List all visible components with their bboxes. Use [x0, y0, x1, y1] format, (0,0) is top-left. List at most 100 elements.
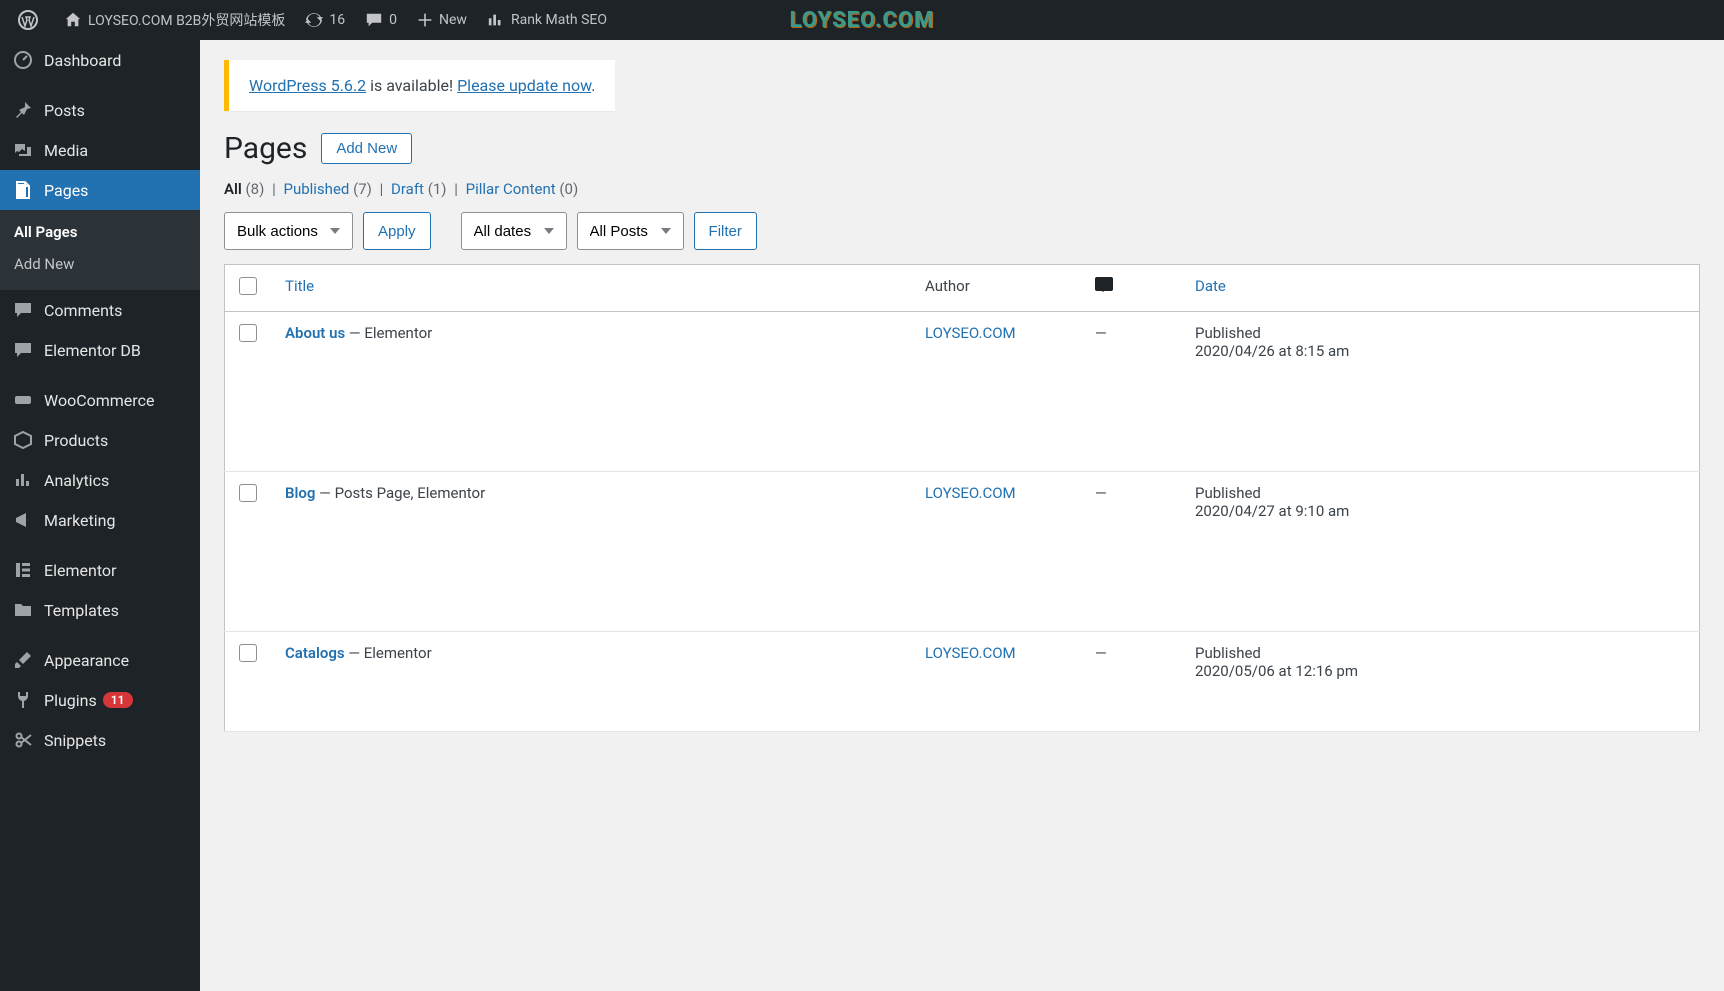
author-link[interactable]: LOYSEO.COM: [925, 484, 1016, 502]
table-row: About us — Elementor LOYSEO.COM — Publis…: [225, 312, 1700, 472]
filter-all[interactable]: All (8): [224, 180, 264, 198]
sidebar-label: Elementor DB: [44, 341, 141, 360]
sidebar-pages-submenu: All Pages Add New: [0, 210, 200, 290]
sidebar-templates[interactable]: Templates: [0, 590, 200, 630]
select-all-checkbox[interactable]: [239, 277, 257, 295]
bars-icon: [12, 470, 34, 490]
sidebar-label: Snippets: [44, 731, 106, 750]
row-checkbox[interactable]: [239, 484, 257, 502]
date-filter-select[interactable]: All dates: [461, 212, 567, 250]
sidebar-label: Media: [44, 141, 88, 160]
publish-date: 2020/05/06 at 12:16 pm: [1195, 662, 1685, 680]
sidebar-analytics[interactable]: Analytics: [0, 460, 200, 500]
page-meta: — Elementor: [345, 324, 432, 342]
sidebar-woocommerce[interactable]: WooCommerce: [0, 380, 200, 420]
col-title[interactable]: Title: [285, 277, 314, 295]
table-row: Catalogs — Elementor LOYSEO.COM — Publis…: [225, 632, 1700, 732]
posts-filter-select[interactable]: All Posts: [577, 212, 684, 250]
sidebar-label: Marketing: [44, 511, 115, 530]
sidebar-label: Dashboard: [44, 51, 121, 70]
sidebar-marketing[interactable]: Marketing: [0, 500, 200, 540]
page-title-link[interactable]: Blog: [285, 484, 315, 502]
comments-menu[interactable]: 0: [355, 0, 407, 40]
notice-text: is available!: [366, 76, 457, 95]
row-checkbox[interactable]: [239, 324, 257, 342]
megaphone-icon: [12, 510, 34, 530]
row-checkbox[interactable]: [239, 644, 257, 662]
sidebar-media[interactable]: Media: [0, 130, 200, 170]
wordpress-icon: [18, 10, 38, 30]
folder-icon: [12, 600, 34, 620]
filter-button[interactable]: Filter: [694, 212, 757, 250]
col-date[interactable]: Date: [1195, 277, 1226, 295]
sidebar-label: Plugins: [44, 691, 97, 710]
comment-icon: [12, 340, 34, 360]
filter-published[interactable]: Published (7): [283, 180, 371, 198]
new-content-menu[interactable]: New: [407, 0, 477, 40]
col-author: Author: [911, 265, 1081, 312]
filter-draft[interactable]: Draft (1): [391, 180, 446, 198]
sidebar-label: Products: [44, 431, 108, 450]
page-meta: — Elementor: [345, 644, 432, 662]
col-comments[interactable]: [1081, 265, 1181, 312]
sidebar-posts[interactable]: Posts: [0, 90, 200, 130]
author-link[interactable]: LOYSEO.COM: [925, 324, 1016, 342]
sidebar-pages[interactable]: Pages: [0, 170, 200, 210]
woo-icon: [12, 390, 34, 410]
comment-icon: [365, 11, 383, 29]
page-title: Pages: [224, 131, 307, 166]
publish-date: 2020/04/26 at 8:15 am: [1195, 342, 1685, 360]
publish-status: Published: [1195, 484, 1685, 502]
sidebar-label: Analytics: [44, 471, 109, 490]
sidebar-label: Appearance: [44, 651, 129, 670]
table-row: Blog — Posts Page, Elementor LOYSEO.COM …: [225, 472, 1700, 632]
site-name-menu[interactable]: LOYSEO.COM B2B外贸网站模板: [54, 0, 295, 40]
rank-math-menu[interactable]: Rank Math SEO: [477, 0, 617, 40]
wp-version-link[interactable]: WordPress 5.6.2: [249, 76, 366, 95]
page-title-link[interactable]: About us: [285, 324, 345, 342]
filter-pillar[interactable]: Pillar Content (0): [466, 180, 579, 198]
home-icon: [64, 11, 82, 29]
updates-menu[interactable]: 16: [295, 0, 355, 40]
apply-button[interactable]: Apply: [363, 212, 431, 250]
updates-count: 16: [329, 12, 345, 28]
comments-count: —: [1095, 644, 1107, 662]
sidebar-label: Posts: [44, 101, 85, 120]
submenu-all-pages[interactable]: All Pages: [0, 216, 200, 248]
sidebar-products[interactable]: Products: [0, 420, 200, 460]
comment-icon: [12, 300, 34, 320]
main-content: WordPress 5.6.2 is available! Please upd…: [200, 40, 1724, 752]
sidebar-elementor[interactable]: Elementor: [0, 550, 200, 590]
sidebar-comments[interactable]: Comments: [0, 290, 200, 330]
notice-period: .: [591, 76, 595, 95]
submenu-add-new[interactable]: Add New: [0, 248, 200, 280]
add-new-button[interactable]: Add New: [321, 133, 412, 164]
chart-icon: [487, 11, 505, 29]
wp-logo-menu[interactable]: [8, 0, 54, 40]
page-meta: — Posts Page, Elementor: [315, 484, 485, 502]
sidebar-dashboard[interactable]: Dashboard: [0, 40, 200, 80]
publish-date: 2020/04/27 at 9:10 am: [1195, 502, 1685, 520]
new-label: New: [439, 12, 467, 28]
sidebar-plugins[interactable]: Plugins 11: [0, 680, 200, 720]
site-title: LOYSEO.COM B2B外贸网站模板: [88, 10, 285, 30]
rank-math-label: Rank Math SEO: [511, 12, 607, 28]
dashboard-icon: [12, 50, 34, 70]
admin-bar: LOYSEO.COM B2B外贸网站模板 16 0 New Rank Math …: [0, 0, 1724, 40]
comments-count: 0: [389, 12, 397, 28]
update-now-link[interactable]: Please update now: [457, 76, 591, 95]
scissors-icon: [12, 730, 34, 750]
sidebar-snippets[interactable]: Snippets: [0, 720, 200, 760]
author-link[interactable]: LOYSEO.COM: [925, 644, 1016, 662]
bulk-actions-select[interactable]: Bulk actions: [224, 212, 353, 250]
box-icon: [12, 430, 34, 450]
plug-icon: [12, 690, 34, 710]
publish-status: Published: [1195, 324, 1685, 342]
page-title-link[interactable]: Catalogs: [285, 644, 345, 662]
sidebar-label: Pages: [44, 181, 88, 200]
pages-icon: [12, 180, 34, 200]
sidebar-elementor-db[interactable]: Elementor DB: [0, 330, 200, 370]
media-icon: [12, 140, 34, 160]
sidebar-appearance[interactable]: Appearance: [0, 640, 200, 680]
pages-table: Title Author Date About us — Elementor L…: [224, 264, 1700, 732]
